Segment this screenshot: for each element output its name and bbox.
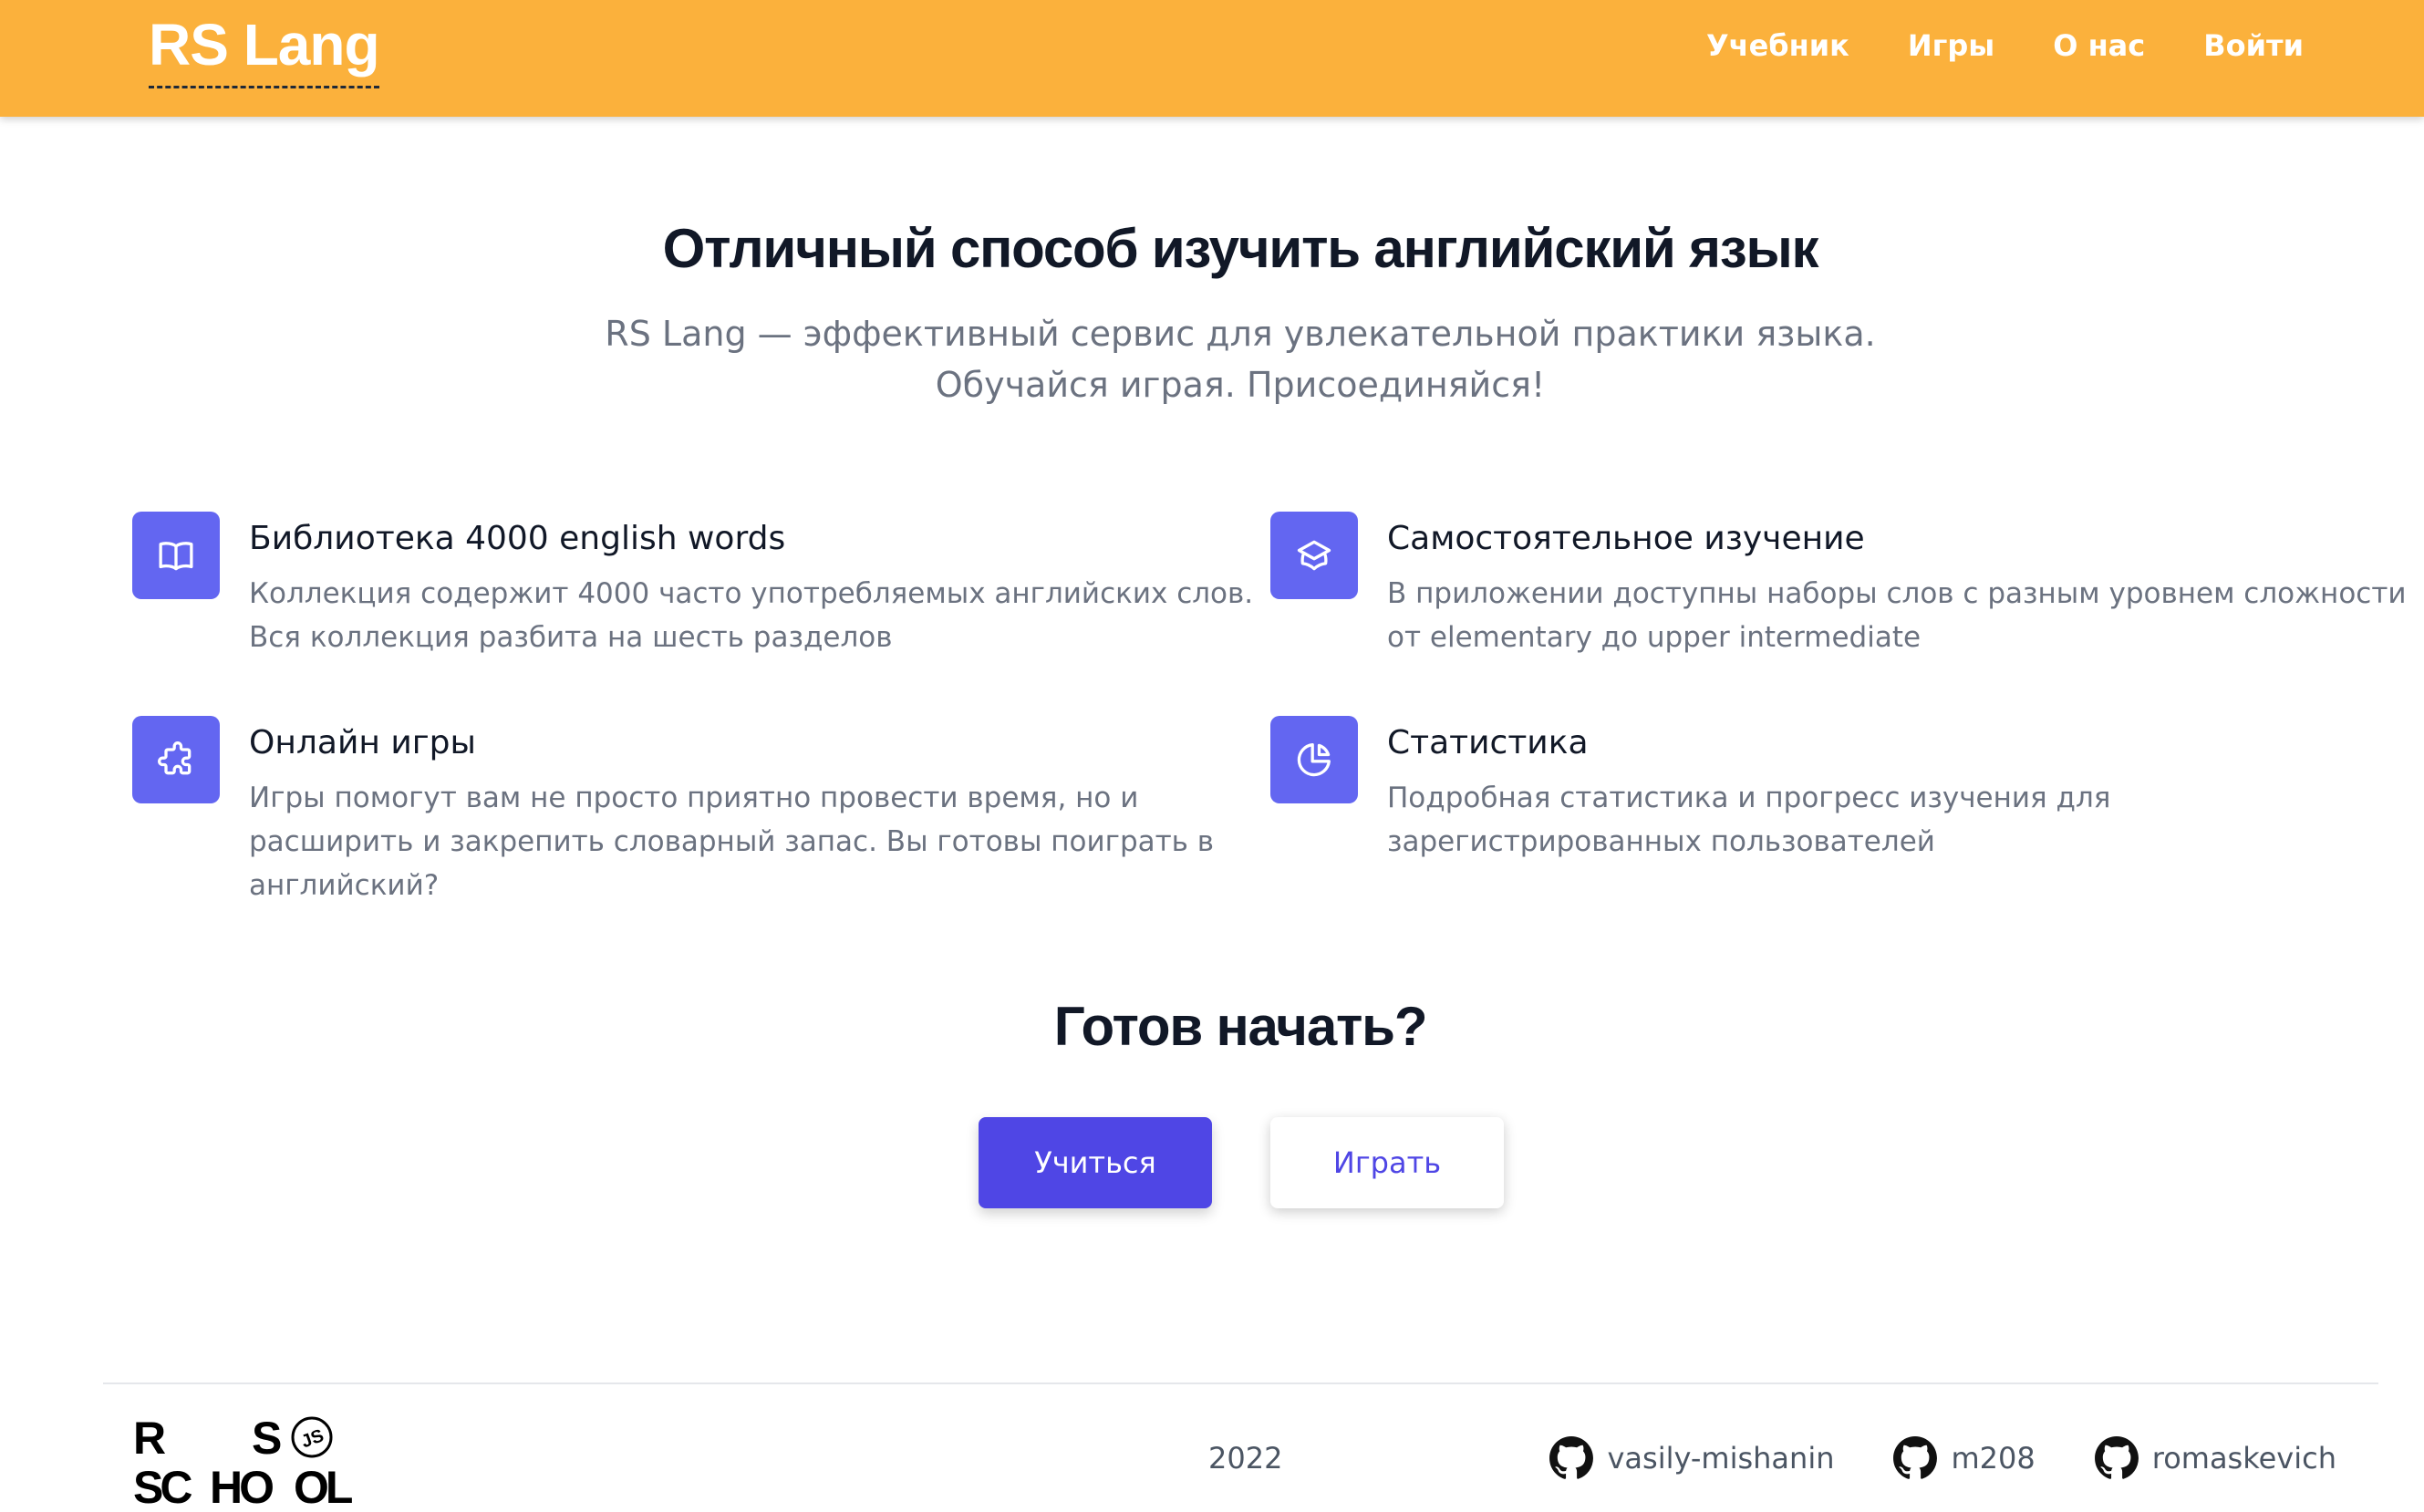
pie-chart-icon: [1270, 716, 1358, 803]
github-link-m208[interactable]: m208: [1892, 1435, 2036, 1481]
feature-title: Самостоятельное изучение: [1387, 520, 1865, 557]
footer-github-links: vasily-mishanin m208 romaskevich: [1549, 1435, 2336, 1481]
github-link-vasily-mishanin[interactable]: vasily-mishanin: [1549, 1435, 1834, 1481]
footer-divider: [103, 1383, 2378, 1384]
puzzle-icon: [132, 716, 220, 803]
feature-title: Онлайн игры: [249, 724, 476, 761]
feature-text: Игры помогут вам не просто приятно прове…: [249, 782, 1215, 902]
svg-text:OL: OL: [294, 1462, 352, 1507]
svg-text:R: R: [133, 1413, 166, 1464]
hero-subtitle-line2: Обучайся играя. Присоединяйся!: [935, 365, 1546, 405]
github-username: m208: [1951, 1441, 2036, 1476]
book-open-icon: [132, 512, 220, 599]
github-link-romaskevich[interactable]: romaskevich: [2094, 1435, 2336, 1481]
github-username: vasily-mishanin: [1607, 1441, 1835, 1476]
graduation-cap-icon: [1270, 512, 1358, 599]
rs-school-logo[interactable]: R S SC HO OL JS: [133, 1412, 370, 1507]
github-username: romaskevich: [2151, 1441, 2336, 1476]
github-icon: [1549, 1436, 1594, 1479]
github-icon: [1893, 1436, 1938, 1479]
nav-about[interactable]: О нас: [2053, 27, 2145, 64]
cta-title: Готов начать?: [1053, 996, 1428, 1057]
github-icon: [2094, 1436, 2139, 1479]
feature-text: В приложении доступны наборы слов с разн…: [1387, 577, 2407, 654]
learn-button[interactable]: Учиться: [979, 1117, 1212, 1208]
feature-title: Библиотека 4000 english words: [249, 520, 786, 557]
feature-title: Статистика: [1387, 724, 1589, 761]
svg-text:S: S: [252, 1413, 282, 1464]
site-header: RS Lang Учебник Игры О нас Войти: [0, 0, 2424, 117]
hero-title: Отличный способ изучить английский язык: [662, 218, 1819, 279]
nav-login[interactable]: Войти: [2203, 27, 2304, 64]
feature-text: Коллекция содержит 4000 часто употребляе…: [249, 577, 1254, 654]
main-nav: Учебник Игры О нас Войти: [1706, 27, 2304, 64]
play-button[interactable]: Играть: [1270, 1117, 1504, 1208]
svg-text:HO: HO: [210, 1462, 273, 1507]
feature-text: Подробная статистика и прогресс изучения…: [1387, 782, 2111, 858]
svg-text:SC: SC: [133, 1462, 192, 1507]
footer-year: 2022: [1208, 1441, 1283, 1476]
hero-subtitle-line1: RS Lang — эффективный сервис для увлекат…: [605, 314, 1876, 354]
logo-link[interactable]: RS Lang: [149, 13, 380, 88]
hero-subtitle: RS Lang — эффективный сервис для увлекат…: [0, 308, 2424, 410]
nav-games[interactable]: Игры: [1908, 27, 1994, 64]
nav-textbook[interactable]: Учебник: [1706, 27, 1849, 64]
